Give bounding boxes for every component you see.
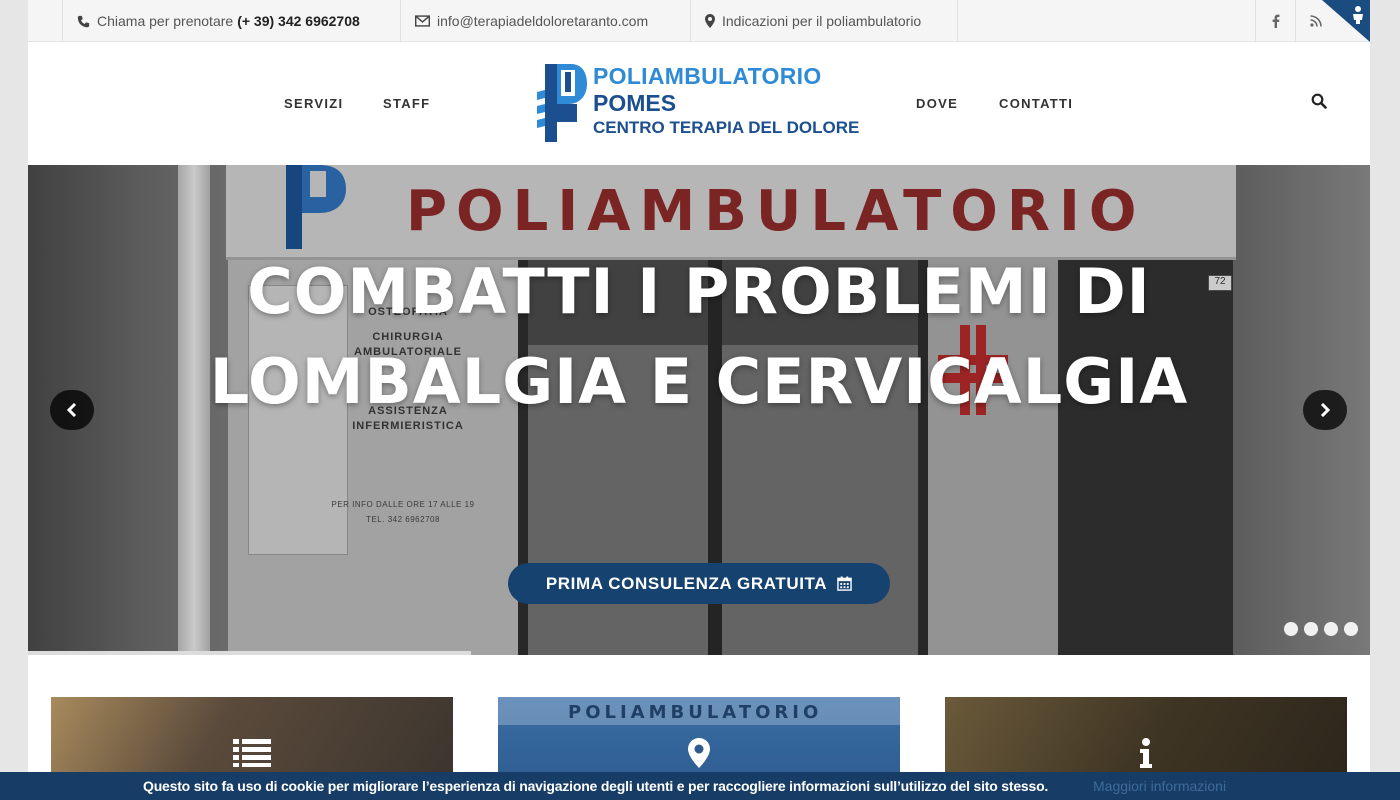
logo-line-2: POMES [593, 90, 677, 116]
map-marker-icon [705, 14, 715, 28]
accessibility-corner-icon[interactable] [1322, 0, 1370, 42]
slide-headline: COMBATTI I PROBLEMI DI LOMBALGIA E CERVI… [28, 247, 1370, 427]
headline-line-1: COMBATTI I PROBLEMI DI [247, 255, 1151, 328]
slider-next-button[interactable] [1303, 390, 1347, 430]
rss-icon [1309, 15, 1322, 27]
nav-item-contatti[interactable]: CONTATTI [999, 96, 1073, 111]
phone-icon [77, 15, 90, 27]
directions-label: Indicazioni per il poliambulatorio [722, 13, 922, 29]
cookie-more-info-link[interactable]: Maggiori informazioni [1093, 778, 1226, 794]
email-link[interactable]: info@terapiadeldoloretaranto.com [437, 13, 648, 29]
info-icon [1125, 737, 1167, 769]
cookie-message: Questo sito fa uso di cookie per miglior… [143, 778, 1049, 794]
slider-dot[interactable] [1304, 622, 1318, 636]
nav-item-servizi[interactable]: SERVIZI [284, 96, 343, 111]
slider-prev-button[interactable] [50, 390, 94, 430]
main-header: SERVIZI STAFF POLIAMBULATORIO POMES CENT… [28, 42, 1370, 165]
logo-line-3: CENTRO TERAPIA DEL DOLORE [593, 118, 860, 137]
calendar-icon [837, 576, 852, 591]
slider-dot[interactable] [1284, 622, 1298, 636]
email-contact[interactable]: info@terapiadeldoloretaranto.com [400, 0, 690, 42]
card-sign-text: POLIAMBULATORIO [568, 702, 823, 723]
phone-contact[interactable]: Chiama per prenotare (+ 39) 342 6962708 [62, 0, 400, 42]
nav-item-dove[interactable]: DOVE [916, 96, 958, 111]
chevron-left-icon [66, 403, 77, 417]
cookie-banner: Questo sito fa uso di cookie per miglior… [0, 772, 1400, 800]
hero-slider: OSTEOPATIA CHIRURGIA AMBULATORIALE ASSIS… [28, 165, 1370, 655]
cta-label: PRIMA CONSULENZA GRATUITA [545, 573, 828, 593]
top-bar: Chiama per prenotare (+ 39) 342 6962708 … [28, 0, 1370, 42]
logo-spine-icon [537, 64, 587, 142]
chevron-right-icon [1320, 403, 1331, 417]
facebook-icon [1272, 14, 1279, 28]
search-icon[interactable] [1311, 93, 1327, 109]
phone-number: (+ 39) 342 6962708 [237, 13, 360, 29]
list-icon [231, 737, 273, 769]
nav-item-staff[interactable]: STAFF [383, 96, 430, 111]
page: Chiama per prenotare (+ 39) 342 6962708 … [28, 0, 1370, 800]
slider-progress-bar [28, 651, 471, 655]
envelope-icon [415, 15, 430, 27]
slider-dot[interactable] [1344, 622, 1358, 636]
phone-label: Chiama per prenotare [97, 13, 234, 29]
directions-link[interactable]: Indicazioni per il poliambulatorio [690, 0, 958, 42]
slider-dot[interactable] [1324, 622, 1338, 636]
facebook-link[interactable] [1255, 0, 1295, 42]
logo-line-1: POLIAMBULATORIO [593, 63, 822, 89]
site-logo[interactable]: POLIAMBULATORIO POMES CENTRO TERAPIA DEL… [531, 60, 871, 148]
free-consultation-button[interactable]: PRIMA CONSULENZA GRATUITA [508, 563, 890, 604]
map-marker-icon [678, 737, 720, 769]
headline-line-2: LOMBALGIA E CERVICALGIA [209, 345, 1189, 418]
slider-pagination [1284, 622, 1358, 636]
